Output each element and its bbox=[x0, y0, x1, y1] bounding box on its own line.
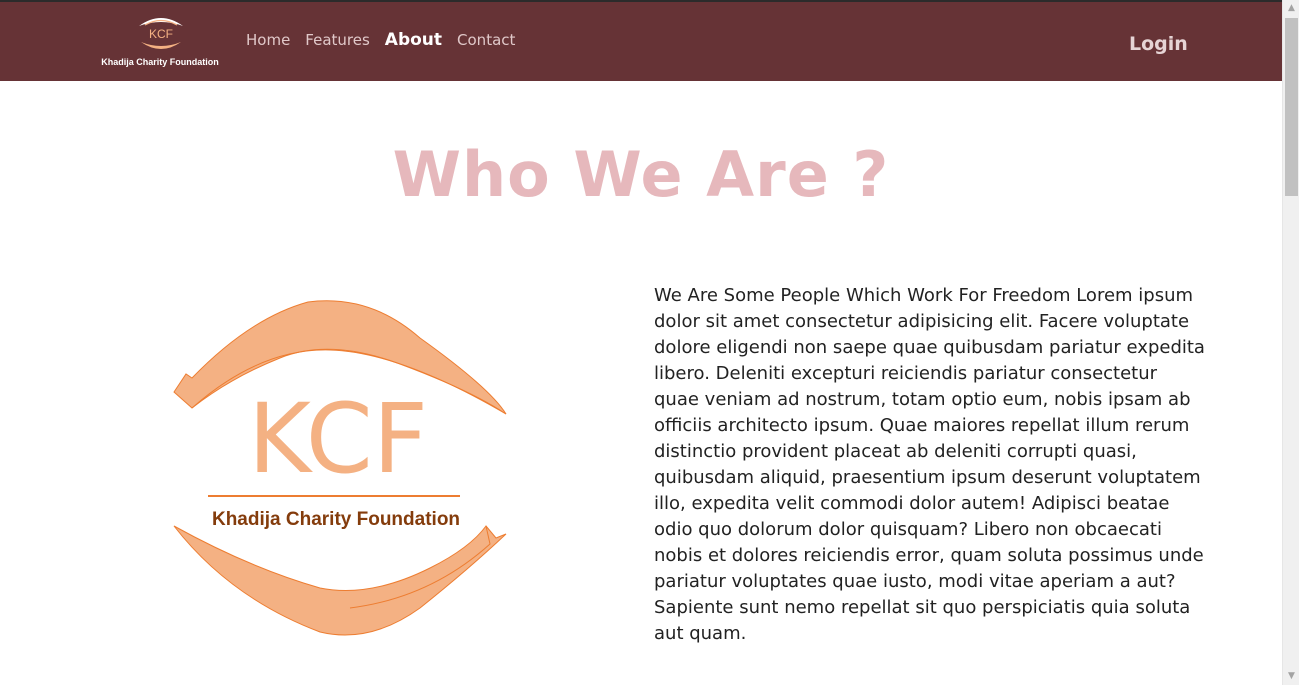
brand-logo-icon: KCF bbox=[139, 18, 183, 49]
nav-home[interactable]: Home bbox=[246, 31, 290, 49]
brand-initials: KCF bbox=[149, 27, 173, 41]
nav-links: Home Features About Contact bbox=[246, 30, 530, 50]
about-paragraph: We Are Some People Which Work For Freedo… bbox=[654, 285, 1205, 644]
navbar: KCF Khadija Charity Foundation Home Feat… bbox=[0, 2, 1282, 81]
nav-contact[interactable]: Contact bbox=[457, 31, 515, 49]
nav-about[interactable]: About bbox=[385, 30, 442, 50]
vertical-scrollbar[interactable]: ▲ ▼ bbox=[1282, 0, 1299, 685]
page-title: Who We Are ? bbox=[392, 138, 890, 211]
logo-name: Khadija Charity Foundation bbox=[212, 509, 460, 530]
scroll-down-arrow-icon[interactable]: ▼ bbox=[1283, 668, 1299, 685]
nav-features[interactable]: Features bbox=[305, 31, 370, 49]
brand-name: Khadija Charity Foundation bbox=[101, 57, 219, 67]
login-button[interactable]: Login bbox=[1129, 33, 1188, 55]
kcf-logo: KCF Khadija Charity Foundation bbox=[173, 300, 507, 636]
page: KCF Khadija Charity Foundation Home Feat… bbox=[0, 0, 1282, 685]
brand[interactable]: KCF Khadija Charity Foundation bbox=[96, 12, 226, 72]
scroll-up-arrow-icon[interactable]: ▲ bbox=[1283, 0, 1299, 17]
scroll-thumb[interactable] bbox=[1285, 18, 1298, 196]
logo-initials: KCF bbox=[248, 383, 428, 495]
